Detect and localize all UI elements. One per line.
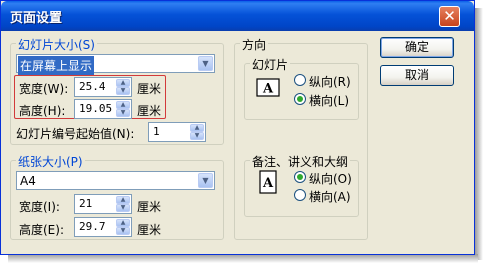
notes-landscape-radio[interactable] <box>294 189 306 201</box>
spin-down-icon[interactable]: ▼ <box>190 132 204 140</box>
slides-portrait-radio[interactable] <box>294 74 306 86</box>
paper-size-group-label: 纸张大小(P) <box>16 153 85 170</box>
close-icon: ✕ <box>443 7 456 25</box>
paper-width-label: 宽度(I): <box>19 200 60 214</box>
paper-size-select-value: A4 <box>20 174 36 188</box>
chevron-down-icon[interactable]: ▼ <box>198 173 213 188</box>
slide-width-unit: 厘米 <box>137 82 162 96</box>
ok-button[interactable]: 确定 <box>380 37 454 58</box>
slide-numbering-label: 幻灯片编号起始值(N): <box>16 127 135 141</box>
notes-orientation-label: 备注、讲义和大纲 <box>250 153 351 170</box>
slides-landscape-label: 横向(L) <box>309 94 350 108</box>
spin-down-icon[interactable]: ▼ <box>116 227 130 235</box>
spin-down-icon[interactable]: ▼ <box>116 204 130 212</box>
notes-landscape-label: 横向(A) <box>309 190 351 204</box>
slide-height-label: 高度(H): <box>19 104 66 118</box>
slide-width-value: 25.4 <box>79 80 106 93</box>
spin-down-icon[interactable]: ▼ <box>116 109 130 117</box>
cancel-button[interactable]: 取消 <box>380 65 454 86</box>
slide-size-select-value: 在屏幕上显示 <box>18 56 95 75</box>
notes-portrait-label: 纵向(O) <box>309 172 352 186</box>
paper-size-select[interactable]: A4 ▼ <box>16 171 215 190</box>
spin-down-icon[interactable]: ▼ <box>116 87 130 95</box>
paper-width-unit: 厘米 <box>137 200 162 214</box>
spin-up-icon[interactable]: ▲ <box>116 219 130 227</box>
spin-up-icon[interactable]: ▲ <box>190 124 204 132</box>
notes-portrait-radio[interactable] <box>294 171 306 183</box>
slide-height-stepper[interactable]: 19.05 ▲ ▼ <box>74 99 132 119</box>
window-shadow-right <box>475 8 483 260</box>
slide-numbering-stepper[interactable]: 1 ▲ ▼ <box>148 122 206 142</box>
slide-size-group-label: 幻灯片大小(S) <box>16 36 97 53</box>
paper-width-value: 21 <box>79 197 93 210</box>
slide-size-select[interactable]: 在屏幕上显示 ▼ <box>16 54 215 75</box>
window-shadow-bottom <box>8 254 478 263</box>
landscape-page-icon: A <box>256 78 280 97</box>
cancel-button-label: 取消 <box>404 68 429 82</box>
portrait-page-icon: A <box>259 170 277 194</box>
spin-up-icon[interactable]: ▲ <box>116 101 130 109</box>
svg-text:A: A <box>262 176 274 191</box>
ok-button-label: 确定 <box>404 40 429 54</box>
slide-height-value: 19.05 <box>79 102 113 115</box>
paper-height-value: 29.7 <box>79 220 106 233</box>
title-bar[interactable]: 页面设置 ✕ <box>1 1 474 31</box>
paper-width-stepper[interactable]: 21 ▲ ▼ <box>74 194 132 214</box>
slide-width-label: 宽度(W): <box>19 82 69 96</box>
paper-height-unit: 厘米 <box>137 223 162 237</box>
orientation-group-label: 方向 <box>240 36 269 53</box>
paper-height-label: 高度(E): <box>19 223 64 237</box>
spin-up-icon[interactable]: ▲ <box>116 79 130 87</box>
page-setup-dialog: 页面设置 ✕ 幻灯片大小(S) 在屏幕上显示 ▼ 宽度(W): 25.4 ▲ ▼… <box>0 0 475 255</box>
slides-portrait-label: 纵向(R) <box>309 75 351 89</box>
close-button[interactable]: ✕ <box>439 6 460 27</box>
slide-height-unit: 厘米 <box>137 104 162 118</box>
paper-height-stepper[interactable]: 29.7 ▲ ▼ <box>74 217 132 237</box>
slides-orientation-label: 幻灯片 <box>250 56 291 73</box>
chevron-down-icon[interactable]: ▼ <box>198 56 213 71</box>
dialog-title: 页面设置 <box>10 11 63 26</box>
slide-numbering-value: 1 <box>153 125 160 138</box>
slides-landscape-radio[interactable] <box>294 93 306 105</box>
svg-text:A: A <box>262 82 274 97</box>
slide-width-stepper[interactable]: 25.4 ▲ ▼ <box>74 77 132 97</box>
spin-up-icon[interactable]: ▲ <box>116 196 130 204</box>
